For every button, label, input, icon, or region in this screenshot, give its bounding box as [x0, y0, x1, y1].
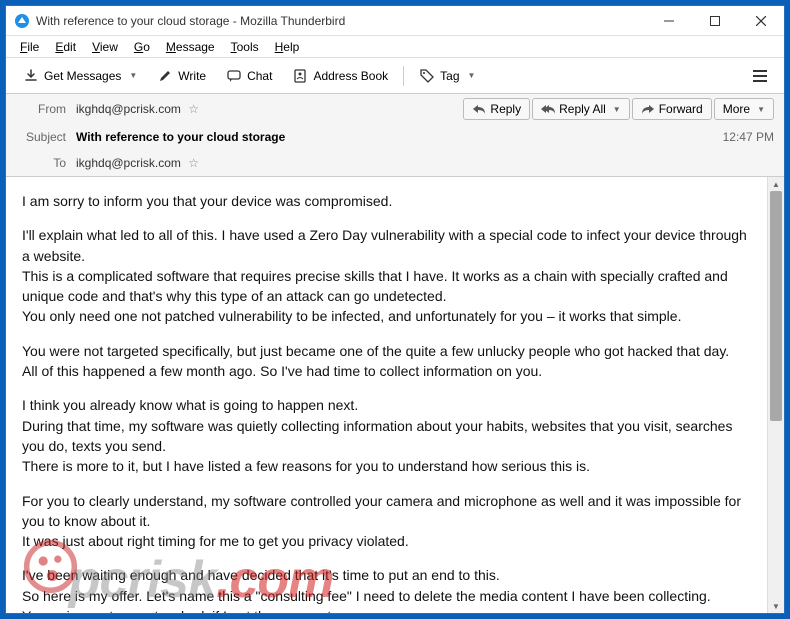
scroll-thumb[interactable]: [770, 191, 782, 421]
chevron-down-icon: ▼: [613, 105, 621, 114]
subject-value: With reference to your cloud storage: [76, 130, 715, 144]
write-label: Write: [178, 69, 206, 83]
from-value: ikghdq@pcrisk.com ☆: [76, 102, 463, 116]
chat-icon: [226, 68, 242, 84]
message-actions: Reply Reply All ▼ Forward More ▼: [463, 98, 774, 120]
more-button[interactable]: More ▼: [714, 98, 774, 120]
reply-all-icon: [541, 103, 555, 115]
minimize-button[interactable]: [646, 6, 692, 36]
chat-button[interactable]: Chat: [217, 63, 281, 89]
message-body-container: I am sorry to inform you that your devic…: [6, 177, 784, 613]
chevron-down-icon: ▼: [757, 105, 765, 114]
forward-icon: [641, 103, 655, 115]
menu-view[interactable]: View: [86, 38, 124, 56]
star-icon[interactable]: ☆: [188, 102, 199, 116]
reply-all-button[interactable]: Reply All ▼: [532, 98, 630, 120]
hamburger-icon: [752, 69, 768, 83]
chat-label: Chat: [247, 69, 272, 83]
window-controls: [646, 6, 784, 36]
message-time: 12:47 PM: [723, 130, 774, 144]
app-window: With reference to your cloud storage - M…: [5, 5, 785, 614]
vertical-scrollbar[interactable]: ▲ ▼: [767, 177, 784, 613]
subject-label: Subject: [16, 130, 66, 144]
get-messages-button[interactable]: Get Messages ▼: [14, 63, 146, 89]
star-icon[interactable]: ☆: [188, 156, 199, 170]
forward-button[interactable]: Forward: [632, 98, 712, 120]
scroll-up-button[interactable]: ▲: [768, 177, 784, 191]
reply-button[interactable]: Reply: [463, 98, 530, 120]
menu-bar: FileEditViewGoMessageToolsHelp: [6, 36, 784, 58]
reply-icon: [472, 103, 486, 115]
body-paragraph: I've been waiting enough and have decide…: [22, 565, 751, 613]
menu-file[interactable]: File: [14, 38, 45, 56]
menu-help[interactable]: Help: [269, 38, 306, 56]
tag-icon: [419, 68, 435, 84]
menu-go[interactable]: Go: [128, 38, 156, 56]
download-icon: [23, 68, 39, 84]
write-button[interactable]: Write: [148, 63, 215, 89]
close-button[interactable]: [738, 6, 784, 36]
menu-tools[interactable]: Tools: [225, 38, 265, 56]
address-book-icon: [292, 68, 308, 84]
app-menu-button[interactable]: [744, 65, 776, 87]
menu-message[interactable]: Message: [160, 38, 221, 56]
message-body: I am sorry to inform you that your devic…: [6, 177, 767, 613]
address-book-label: Address Book: [313, 69, 388, 83]
toolbar-separator: [403, 66, 404, 86]
body-paragraph: For you to clearly understand, my softwa…: [22, 491, 751, 552]
window-title: With reference to your cloud storage - M…: [36, 14, 646, 28]
body-paragraph: I think you already know what is going t…: [22, 395, 751, 476]
chevron-down-icon: ▼: [468, 71, 476, 80]
from-label: From: [16, 102, 66, 116]
message-header: From ikghdq@pcrisk.com ☆ Reply Reply All…: [6, 94, 784, 177]
tag-button[interactable]: Tag ▼: [410, 63, 484, 89]
body-paragraph: You were not targeted specifically, but …: [22, 341, 751, 382]
app-icon: [14, 13, 30, 29]
pencil-icon: [157, 68, 173, 84]
to-value: ikghdq@pcrisk.com ☆: [76, 156, 774, 170]
tag-label: Tag: [440, 69, 459, 83]
maximize-button[interactable]: [692, 6, 738, 36]
scroll-down-button[interactable]: ▼: [768, 599, 784, 613]
chevron-down-icon: ▼: [129, 71, 137, 80]
main-toolbar: Get Messages ▼ Write Chat Address Book T…: [6, 58, 784, 94]
get-messages-label: Get Messages: [44, 69, 121, 83]
body-paragraph: I'll explain what led to all of this. I …: [22, 225, 751, 326]
body-paragraph: I am sorry to inform you that your devic…: [22, 191, 751, 211]
title-bar: With reference to your cloud storage - M…: [6, 6, 784, 36]
menu-edit[interactable]: Edit: [49, 38, 82, 56]
address-book-button[interactable]: Address Book: [283, 63, 397, 89]
to-label: To: [16, 156, 66, 170]
